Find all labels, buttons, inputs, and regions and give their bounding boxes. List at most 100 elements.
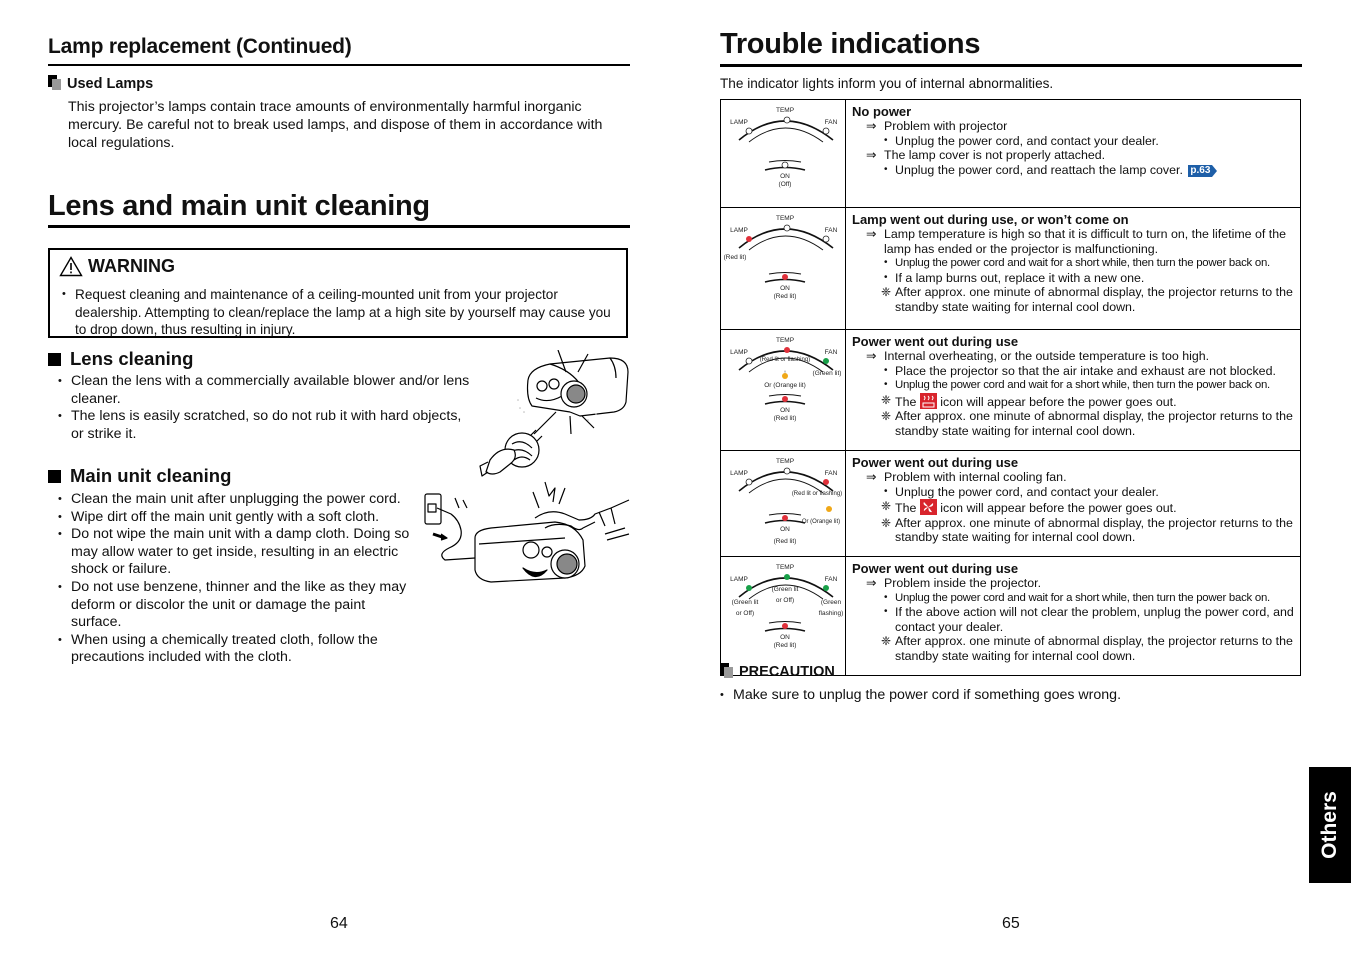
heading-rule [48,64,630,66]
bullet-icon: • [884,485,888,497]
temp-light [783,467,791,475]
on-note: (Off) [779,181,792,188]
lamp-label: LAMP [730,349,748,356]
indicator-cell: TEMP LAMP FAN ON (Red lit or flashing) Or (Or… [720,450,846,557]
fan-light [823,358,829,364]
overheat-icon [919,392,937,409]
on-light [782,396,788,402]
page-number-left: 64 [330,915,348,932]
precaution-title: PRECAUTION [739,664,835,680]
lamp-replacement-heading: Lamp replacement (Continued) [48,35,352,58]
line-text: Problem inside the projector. [884,576,1042,590]
line-text: Unplug the power cord, and contact your … [895,133,1159,148]
row-title: Power went out during use [852,455,1019,470]
main-unit-cleaning-list: Clean the main unit after unplugging the… [58,491,418,667]
others-section-tab[interactable]: Others [1309,767,1351,883]
lamp-light [746,585,752,591]
on-note: (Red lit) [774,293,797,300]
main-unit-cleaning-heading: Main unit cleaning [48,465,231,487]
lamp-label: LAMP [730,119,748,126]
line-text: Internal overheating, or the outside tem… [884,349,1210,363]
asterisk-note-icon: ❈ [881,285,892,300]
temp-label: TEMP [776,107,794,114]
temp-note: (Green lit [772,586,799,593]
lamp-label: LAMP [730,227,748,234]
note-line: ❈ After approx. one minute of abnormal di… [852,516,1294,545]
trouble-row: TEMP LAMP FAN ON (Green lit or Off) (Green lit… [720,556,1301,676]
square-bullet-icon [48,353,61,366]
temp-label: TEMP [776,458,794,465]
fan-label: FAN [825,349,838,356]
asterisk-note-icon: ❈ [881,515,892,530]
list-item: Make sure to unplug the power cord if so… [720,687,1121,705]
used-lamps-subheading: Used Lamps [48,75,153,92]
lens-cleaning-title: Lens cleaning [70,348,194,369]
bullet-icon: • [884,134,888,146]
cause-line: ⇒ Problem with internal cooling fan. [852,470,1294,485]
lamp-light [745,127,753,135]
indicator-diagram: TEMP LAMP FAN ON (Red lit or flashing) (Green… [730,337,842,422]
cleaning-heading: Lens and main unit cleaning [48,190,430,222]
others-tab-label: Others [1318,791,1341,859]
row-title: Power went out during use [852,561,1019,576]
cause-line: ⇒ Internal overheating, or the outside te… [852,349,1294,364]
indicator-cell: TEMP LAMP FAN ON (Red lit or flashing) (Green… [720,329,846,451]
cause-line: ⇒ Problem with projector [852,119,1294,134]
temp-alt-light [782,373,788,379]
implies-arrow-icon: ⇒ [866,349,877,363]
line-text: If the above action will not clear the p… [895,605,1294,634]
warning-label: WARNING [88,256,175,276]
temp-light [784,347,790,353]
warning-box: WARNING Request cleaning and maintenance… [48,248,628,338]
fan-label: FAN [825,119,838,126]
remedy-line: • Unplug the power cord and wait for a sh… [852,256,1294,271]
temp-light [783,116,791,124]
asterisk-note-icon: ❈ [881,409,892,424]
trouble-row: TEMP LAMP FAN ON (Red lit or flashing) Or (Or… [720,450,1301,557]
note-prefix: The [895,501,917,516]
temp-label: TEMP [776,337,794,344]
bullet-icon: • [884,257,888,269]
main-unit-cleaning-title: Main unit cleaning [70,465,232,486]
on-label: ON [780,634,790,641]
line-text: The lamp cover is not properly attached. [884,148,1106,163]
precaution-list: Make sure to unplug the power cord if so… [720,687,1121,705]
on-label: ON [780,285,790,292]
lamp-label: LAMP [730,470,748,477]
asterisk-note-icon: ❈ [881,392,892,407]
trouble-row: TEMP LAMP FAN ON (Red lit) (Red lit) Lamp went… [720,207,1301,330]
lens-cleaning-heading: Lens cleaning [48,348,193,370]
on-light [782,623,788,629]
line-text: Place the projector so that the air inta… [895,363,1276,378]
fan-warning-icon [919,499,937,516]
line-text: icon will appear before the power goes o… [940,394,1177,409]
fan-note: (Green lit) [813,370,842,377]
line-text: If a lamp burns out, replace it with a n… [895,270,1145,285]
asterisk-note-icon: ❈ [881,634,892,649]
fan-note: flashing) [819,610,844,617]
alt-note: Or (Orange lit) [802,519,840,525]
description-cell: Power went out during use ⇒ Internal overh… [845,329,1301,451]
fan-label: FAN [825,227,838,234]
indicator-diagram: TEMPLAMP FANON(Red lit)(Red lit) [724,215,838,300]
on-light [782,515,788,521]
lens-cleaning-list: Clean the lens with a commercially avail… [58,373,470,443]
on-note: (Red lit) [774,642,797,649]
remedy-line: • If a lamp burns out, replace it with a … [852,271,1294,286]
list-item: Clean the lens with a commercially avail… [58,373,470,408]
fan-light [823,585,829,591]
implies-arrow-icon: ⇒ [866,148,877,163]
precaution-subheading: PRECAUTION [720,663,835,680]
warning-title: WARNING [59,256,175,277]
on-light [781,161,789,169]
list-item: Do not use benzene, thinner and the like… [58,579,418,632]
indicator-diagram: TEMP LAMP FAN ON (Green lit or Off) (Green lit… [730,564,844,649]
page-reference-link[interactable]: p.63 [1188,164,1218,177]
square-bullet-icon [48,470,61,483]
on-note: (Red lit) [774,538,797,545]
trouble-row: TEMP LAMP FAN ON (Off) No power ⇒ Problem with … [720,99,1301,208]
description-cell: Power went out during use ⇒ Problem inside… [845,556,1301,676]
remedy-line: • If the above action will not clear the … [852,605,1294,634]
fan-label: FAN [825,470,838,477]
temp-note: (Red lit or flashing) [760,357,810,363]
